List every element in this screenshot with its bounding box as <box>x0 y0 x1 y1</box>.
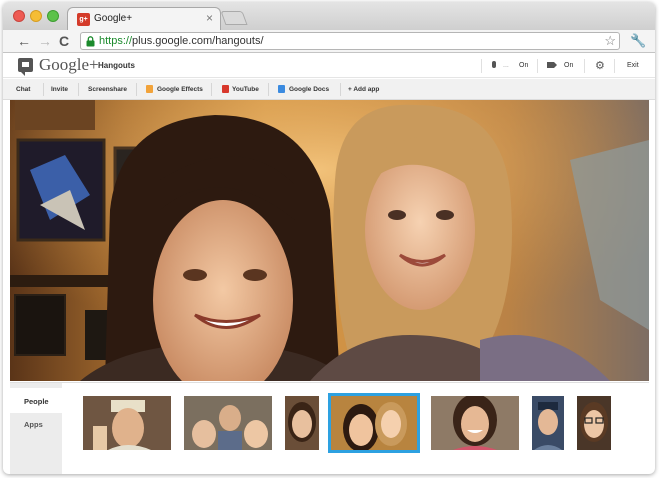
microphone-icon[interactable] <box>492 61 496 68</box>
browser-window: g+ Google+ × ← → C https://plus.google.c… <box>3 2 655 474</box>
browser-toolbar: ← → C https://plus.google.com/hangouts/ … <box>3 30 655 53</box>
zoom-window-button[interactable] <box>47 10 59 22</box>
wrench-icon[interactable]: 🔧 <box>630 33 646 49</box>
mic-level-dots: ... <box>503 62 509 69</box>
divider <box>584 59 585 73</box>
camera-state[interactable]: On <box>564 62 573 69</box>
google-docs-button[interactable]: Google Docs <box>289 86 329 93</box>
exit-button[interactable]: Exit <box>627 62 639 69</box>
chat-button[interactable]: Chat <box>16 86 30 93</box>
divider <box>340 83 341 96</box>
participant-thumbnail[interactable] <box>184 396 272 450</box>
hangouts-header: Google+ Hangouts ... On On ⚙ Exit <box>3 54 655 78</box>
divider <box>211 83 212 96</box>
divider <box>481 59 482 73</box>
divider <box>268 83 269 96</box>
url-text: https://plus.google.com/hangouts/ <box>99 35 264 47</box>
participant-thumbnail[interactable] <box>83 396 171 450</box>
tab-people[interactable]: People <box>10 388 62 413</box>
participant-family-icon <box>184 396 272 450</box>
google-docs-icon <box>278 85 285 93</box>
participant-thumbnail[interactable] <box>431 396 519 450</box>
google-plus-favicon-icon: g+ <box>77 13 90 26</box>
address-bar[interactable]: https://plus.google.com/hangouts/ ☆ <box>80 32 620 50</box>
participant-filmstrip: People Apps <box>10 382 649 474</box>
youtube-icon <box>222 85 229 93</box>
url-host-path: plus.google.com/hangouts/ <box>132 35 264 47</box>
minimize-window-button[interactable] <box>30 10 42 22</box>
camera-icon[interactable] <box>547 62 557 68</box>
participant-woman-smiling-icon <box>431 396 519 450</box>
bookmark-star-icon[interactable]: ☆ <box>604 33 616 49</box>
screenshare-button[interactable]: Screenshare <box>88 86 127 93</box>
chat-bubble-icon <box>18 58 33 76</box>
brand-logo[interactable]: Google+ <box>39 55 99 75</box>
divider <box>136 83 137 96</box>
app-toolbar: Chat Invite Screenshare Google Effects Y… <box>3 79 655 100</box>
participant-thumbnail[interactable] <box>285 396 319 450</box>
participant-thumbnail[interactable] <box>532 396 564 450</box>
mic-state[interactable]: On <box>519 62 528 69</box>
back-arrow-icon[interactable]: ← <box>17 33 31 49</box>
brand-subtitle: Hangouts <box>98 61 135 70</box>
filmstrip-sidebar: People Apps <box>10 383 62 474</box>
divider <box>537 59 538 73</box>
tab-title: Google+ <box>94 13 133 24</box>
url-scheme: https:// <box>99 35 133 47</box>
gear-icon[interactable]: ⚙ <box>595 59 605 72</box>
new-tab-button[interactable] <box>220 11 248 25</box>
tab-apps[interactable]: Apps <box>10 411 62 436</box>
invite-button[interactable]: Invite <box>51 86 68 93</box>
reload-icon[interactable]: C <box>59 33 69 49</box>
main-video-feed <box>10 100 649 381</box>
divider <box>43 83 44 96</box>
close-window-button[interactable] <box>13 10 25 22</box>
participant-man-cap-icon <box>532 396 564 450</box>
main-video-image <box>10 100 649 381</box>
lock-icon <box>86 36 95 47</box>
participant-woman-curly-icon <box>285 396 319 450</box>
participant-woman-glasses-icon <box>577 396 611 450</box>
google-effects-button[interactable]: Google Effects <box>157 86 203 93</box>
tab-close-icon[interactable]: × <box>206 11 213 25</box>
participant-man-hat-icon <box>83 396 171 450</box>
divider <box>614 59 615 73</box>
tab-google-plus[interactable]: g+ Google+ × <box>67 7 221 30</box>
google-effects-icon <box>146 85 153 93</box>
participant-thumbnail-selected[interactable] <box>328 393 420 453</box>
add-app-button[interactable]: + Add app <box>348 86 379 93</box>
divider <box>78 83 79 96</box>
forward-arrow-icon[interactable]: → <box>38 33 52 49</box>
youtube-button[interactable]: YouTube <box>232 86 259 93</box>
participant-mother-daughter-icon <box>331 396 417 450</box>
tab-strip: g+ Google+ × <box>3 2 655 30</box>
participant-thumbnail[interactable] <box>577 396 611 450</box>
